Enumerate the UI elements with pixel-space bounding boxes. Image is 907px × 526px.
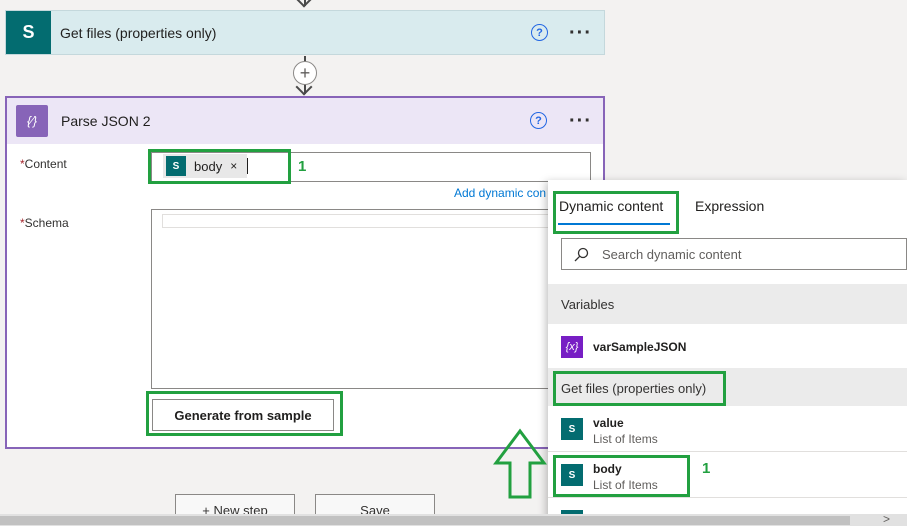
sharepoint-icon: S bbox=[561, 418, 583, 440]
list-item-varsamplejson[interactable]: {x} varSampleJSON bbox=[548, 324, 907, 368]
get-files-title: Get files (properties only) bbox=[60, 25, 217, 41]
help-icon[interactable]: ? bbox=[531, 24, 548, 41]
search-icon bbox=[574, 247, 589, 262]
schema-textarea[interactable] bbox=[151, 209, 591, 389]
list-item-value[interactable]: S value List of Items bbox=[548, 406, 907, 450]
annotation-box-generate bbox=[146, 391, 343, 436]
annotation-number: 1 bbox=[298, 158, 307, 175]
more-options-icon[interactable]: ··· bbox=[569, 23, 592, 43]
section-variables: Variables bbox=[548, 284, 907, 324]
help-icon[interactable]: ? bbox=[530, 112, 547, 129]
schema-inner-line bbox=[162, 214, 582, 228]
annotation-box-body-item bbox=[553, 455, 690, 497]
scrollbar-thumb[interactable] bbox=[0, 516, 850, 525]
item-title: varSampleJSON bbox=[593, 340, 687, 354]
connector-top-arrowhead bbox=[295, 0, 313, 8]
annotation-number: 1 bbox=[702, 460, 711, 477]
search-dynamic-content-input[interactable]: Search dynamic content bbox=[561, 238, 907, 270]
tab-expression[interactable]: Expression bbox=[695, 198, 764, 214]
item-title: value bbox=[593, 416, 624, 430]
get-files-card[interactable]: S Get files (properties only) ? ··· bbox=[5, 10, 605, 55]
item-subtitle: List of Items bbox=[593, 432, 658, 446]
variable-icon: {x} bbox=[561, 336, 583, 358]
parse-json-icon: {∕} bbox=[16, 105, 48, 137]
annotation-box-content-token bbox=[148, 149, 291, 184]
schema-label: *Schema bbox=[20, 216, 69, 230]
content-label: *Content bbox=[20, 157, 67, 171]
add-dynamic-content-link[interactable]: Add dynamic con bbox=[454, 186, 548, 200]
search-placeholder: Search dynamic content bbox=[602, 247, 742, 262]
parse-json-title: Parse JSON 2 bbox=[61, 113, 151, 129]
more-options-icon[interactable]: ··· bbox=[569, 111, 592, 131]
annotation-box-section-header bbox=[553, 371, 726, 406]
annotation-box-dynamic-tab bbox=[553, 191, 679, 234]
up-arrow-annotation-icon bbox=[493, 428, 547, 499]
parse-json-header[interactable]: {∕} Parse JSON 2 ? ··· bbox=[7, 98, 603, 144]
sharepoint-icon: S bbox=[6, 11, 51, 54]
scroll-right-icon[interactable]: > bbox=[883, 512, 890, 526]
